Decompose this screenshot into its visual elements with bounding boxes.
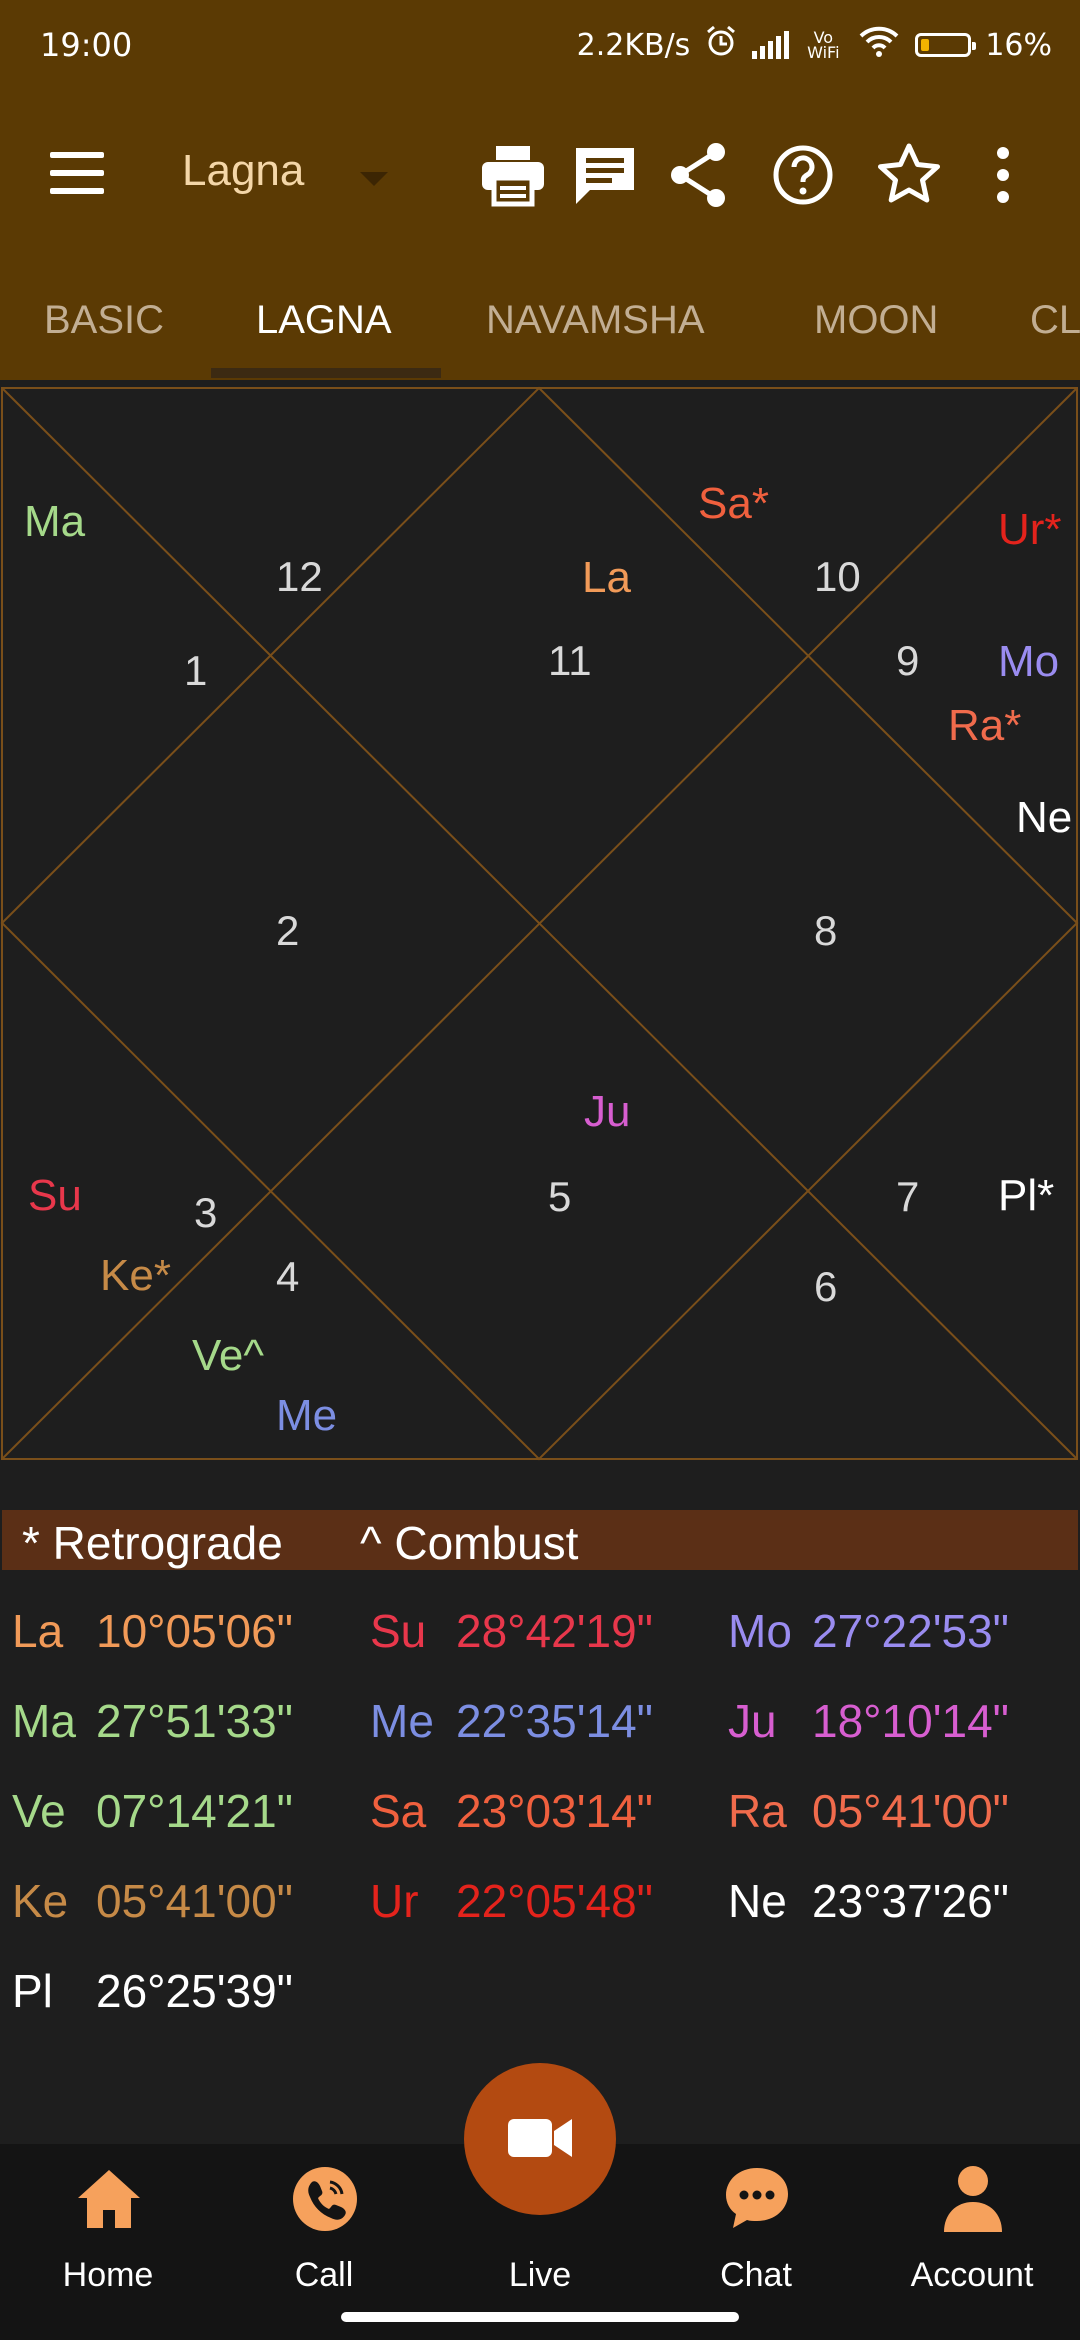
- tab-moon[interactable]: MOON: [814, 298, 938, 343]
- status-bar: 19:00 2.2KB/s Vo WiFi 16%: [0, 0, 1080, 90]
- home-icon: [78, 2170, 140, 2228]
- house-number: 12: [276, 553, 323, 600]
- share-icon[interactable]: [664, 140, 734, 210]
- person-icon: [944, 2166, 1002, 2232]
- chart-type-dropdown[interactable]: Lagna: [182, 146, 402, 206]
- house-number: 3: [194, 1189, 218, 1236]
- more-options-icon[interactable]: [968, 140, 1038, 210]
- video-camera-icon: [508, 2119, 572, 2157]
- message-icon[interactable]: [570, 140, 640, 210]
- network-speed: 2.2KB/s: [576, 27, 691, 63]
- degree-entry: Ur 22°05'48": [370, 1875, 654, 1927]
- degree-entry: Ra 05°41'00": [728, 1785, 1010, 1837]
- menu-icon[interactable]: [50, 152, 104, 194]
- nav-chat[interactable]: Chat: [648, 2144, 864, 2300]
- house-number: 8: [814, 907, 838, 954]
- degree-entry: Me 22°35'14": [370, 1695, 654, 1747]
- battery-icon: [915, 33, 977, 57]
- planet-pluto: Pl*: [998, 1171, 1055, 1220]
- lagna-chart[interactable]: Ma Sa* La Ur* Mo Ra* Ne Ju Su Ke* Ve^ Me…: [0, 386, 1080, 1464]
- planet-saturn: Sa*: [698, 479, 769, 528]
- degree-entry: Mo 27°22'53": [728, 1605, 1010, 1657]
- print-icon[interactable]: [478, 140, 548, 210]
- degree-entry: Ju 18°10'14": [728, 1695, 1010, 1747]
- house-number: 10: [814, 553, 861, 600]
- vowifi-label: Vo WiFi: [807, 28, 840, 62]
- tab-lagna[interactable]: LAGNA: [256, 298, 392, 343]
- legend-bar: * Retrograde ^ Combust: [2, 1510, 1078, 1570]
- nav-account[interactable]: Account: [864, 2144, 1080, 2300]
- degree-entry: Ve 07°14'21": [12, 1785, 294, 1837]
- tab-chalit[interactable]: CL: [1030, 298, 1080, 343]
- phone-icon: [293, 2167, 357, 2231]
- planet-mercury: Me: [276, 1391, 338, 1440]
- degree-entry: Sa 23°03'14": [370, 1785, 654, 1837]
- chart-grid: [0, 386, 1079, 1461]
- favorite-star-icon[interactable]: [874, 140, 944, 210]
- degree-entry: Ma 27°51'33": [12, 1695, 294, 1747]
- help-icon[interactable]: [768, 140, 838, 210]
- planet-jupiter: Ju: [584, 1087, 631, 1136]
- house-number: 5: [548, 1173, 572, 1220]
- planet-sun: Su: [28, 1171, 82, 1220]
- signal-icon: [752, 31, 790, 59]
- legend-retrograde: * Retrograde: [22, 1517, 283, 1569]
- house-number: 2: [276, 907, 300, 954]
- nav-home[interactable]: Home: [0, 2144, 216, 2300]
- home-indicator[interactable]: [341, 2312, 739, 2322]
- planet-rahu: Ra*: [948, 701, 1022, 750]
- tab-bar: BASIC LAGNA NAVAMSHA MOON CL: [0, 260, 1080, 380]
- planet-venus: Ve^: [192, 1331, 265, 1380]
- house-number: 1: [184, 647, 208, 694]
- wifi-icon: [857, 24, 901, 66]
- battery-percent: 16%: [985, 27, 1052, 63]
- house-number: 4: [276, 1253, 300, 1300]
- degree-entry: Ke 05°41'00": [12, 1875, 294, 1927]
- planet-uranus: Ur*: [998, 505, 1062, 554]
- chat-bubble-icon: [726, 2168, 788, 2228]
- degree-entry: La 10°05'06": [12, 1605, 294, 1657]
- alarm-icon: [704, 24, 738, 66]
- status-time: 19:00: [40, 26, 133, 64]
- dropdown-caret-icon: [360, 172, 388, 186]
- legend-combust: ^ Combust: [360, 1517, 579, 1569]
- degree-entry: Su 28°42'19": [370, 1605, 654, 1657]
- degree-entry: Ne 23°37'26": [728, 1875, 1010, 1927]
- planet-ketu: Ke*: [100, 1251, 171, 1300]
- app-bar: Lagna: [0, 90, 1080, 260]
- house-number: 11: [548, 637, 592, 684]
- house-number: 7: [896, 1173, 920, 1220]
- house-number: 9: [896, 637, 920, 684]
- house-number: 6: [814, 1263, 838, 1310]
- planet-lagna: La: [582, 553, 631, 602]
- nav-call[interactable]: Call: [216, 2144, 432, 2300]
- planet-mars: Ma: [24, 497, 86, 546]
- planet-neptune: Ne: [1016, 793, 1073, 842]
- tab-navamsha[interactable]: NAVAMSHA: [486, 298, 705, 343]
- status-icons: 2.2KB/s Vo WiFi 16%: [577, 24, 1052, 66]
- tab-basic[interactable]: BASIC: [44, 298, 164, 343]
- planet-moon: Mo: [998, 637, 1060, 686]
- active-tab-indicator: [211, 368, 441, 378]
- live-button[interactable]: [464, 2063, 616, 2215]
- degree-entry: Pl 26°25'39": [12, 1965, 294, 2017]
- gesture-bar: [0, 2300, 1080, 2340]
- chart-type-label: Lagna: [182, 146, 305, 195]
